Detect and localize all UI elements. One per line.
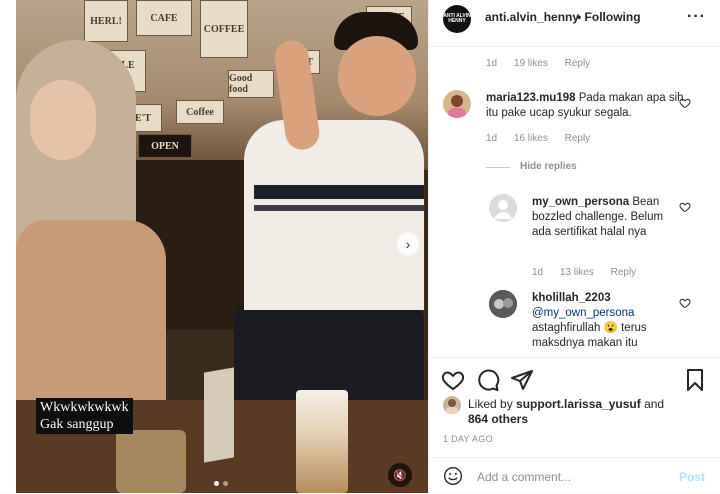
coffee-glass (296, 390, 348, 493)
replies-divider (486, 167, 510, 168)
comment-meta: 1d 19 likes Reply (486, 58, 604, 69)
sweater-stripe (254, 205, 424, 211)
comment-time: 1d (486, 58, 498, 69)
comment-reply-button[interactable]: Reply (565, 133, 591, 144)
like-heart-icon[interactable] (441, 368, 465, 392)
account-username[interactable]: anti.alvin_henny (485, 10, 579, 24)
reply-body: kholillah_2203 @my_own_persona astaghfir… (532, 291, 677, 351)
liker-username[interactable]: support.larissa_yusuf (516, 397, 641, 411)
speaker-muted-icon: 🔇 (393, 469, 407, 482)
comment-reply-button[interactable]: Reply (565, 58, 591, 69)
mention-link[interactable]: @my_own_persona (532, 307, 634, 319)
commenter-username[interactable]: my_own_persona (532, 196, 629, 208)
liked-by-prefix: Liked by (468, 397, 517, 411)
comment-likes[interactable]: 16 likes (514, 133, 548, 144)
commenter-avatar[interactable] (489, 290, 517, 318)
carousel-dot (223, 481, 228, 486)
next-arrow-button[interactable]: › (397, 233, 419, 255)
save-bookmark-icon[interactable] (683, 368, 707, 392)
comment-likes[interactable]: 13 likes (560, 267, 594, 278)
post-comment-button[interactable]: Post (679, 470, 705, 484)
comment-bubble-icon[interactable] (476, 368, 500, 392)
likes-count[interactable]: 864 others (468, 412, 528, 426)
menu-stand (204, 367, 234, 463)
comment-reply-button[interactable]: Reply (611, 267, 637, 278)
post-video[interactable]: HERL! COFFEE CAFE WAFFLE MILK WE'T OPEN … (16, 0, 428, 493)
wall-poster: CAFE (136, 0, 192, 36)
man-head (338, 36, 416, 116)
commenter-avatar[interactable] (489, 194, 517, 222)
liked-by-and: and (640, 397, 665, 411)
wall-poster: COFFEE (200, 0, 248, 58)
carousel-indicator (214, 481, 228, 486)
wall-poster: Good food (228, 70, 274, 98)
post-timestamp[interactable]: 1 DAY AGO (443, 434, 493, 444)
liker-avatar[interactable] (443, 396, 461, 414)
chevron-right-icon: › (405, 236, 411, 252)
caption-line: Gak sanggup (40, 417, 114, 432)
commenter-username[interactable]: maria123.mu198 (486, 92, 576, 104)
account-avatar[interactable]: ANTI ALVIN HENNY (443, 5, 471, 33)
more-options-button[interactable]: ··· (687, 8, 706, 26)
comment-likes[interactable]: 19 likes (514, 58, 548, 69)
post-header: ANTI ALVIN HENNY anti.alvin_henny • Foll… (429, 0, 719, 47)
carousel-dot-active (214, 481, 219, 486)
comment-body: maria123.mu198 Pada makan apa sih itu pa… (486, 91, 686, 121)
like-comment-heart-icon[interactable] (679, 201, 691, 213)
modal-margin (0, 0, 16, 493)
comment-composer: Add a comment... Post (429, 457, 719, 494)
avatar-photo-icon (448, 95, 466, 118)
mute-button[interactable]: 🔇 (388, 463, 412, 487)
caption-line: Wkwkwkwkwk (40, 400, 129, 415)
avatar-photo-icon (446, 399, 458, 414)
phone (116, 430, 186, 493)
default-avatar-icon (489, 194, 517, 222)
instagram-post-modal: HERL! COFFEE CAFE WAFFLE MILK WE'T OPEN … (0, 0, 720, 493)
share-paper-plane-icon[interactable] (510, 368, 534, 392)
wall-poster: Coffee (176, 100, 224, 124)
emoji-smiley-icon[interactable] (443, 466, 463, 486)
comment-text: astaghfirullah 😮 terus maksdnya makan it… (532, 322, 647, 349)
like-comment-heart-icon[interactable] (679, 297, 691, 309)
comment-input[interactable]: Add a comment... (477, 470, 571, 484)
video-caption: Wkwkwkwkwk Gak sanggup (36, 398, 133, 434)
avatar-photo-icon (489, 290, 517, 318)
post-side-panel: ANTI ALVIN HENNY anti.alvin_henny • Foll… (428, 0, 719, 493)
comment-meta: 1d 16 likes Reply (486, 133, 604, 144)
sweater-stripe (254, 185, 424, 199)
following-status[interactable]: • Following (577, 10, 641, 24)
wall-poster: HERL! (84, 0, 128, 42)
commenter-username[interactable]: kholillah_2203 (532, 292, 611, 304)
woman-face (30, 80, 96, 160)
hide-replies-button[interactable]: Hide replies (520, 161, 577, 172)
reply-body: my_own_persona Bean bozzled challenge. B… (532, 195, 677, 240)
likes-summary: Liked by support.larissa_yusuf and 864 o… (468, 397, 708, 427)
comment-time: 1d (486, 133, 498, 144)
comment-meta: 1d 13 likes Reply (532, 267, 650, 278)
like-comment-heart-icon[interactable] (679, 97, 691, 109)
wall-poster: OPEN (138, 134, 192, 158)
commenter-avatar[interactable] (443, 90, 471, 118)
man-figure (244, 120, 424, 310)
comment-time: 1d (532, 267, 544, 278)
